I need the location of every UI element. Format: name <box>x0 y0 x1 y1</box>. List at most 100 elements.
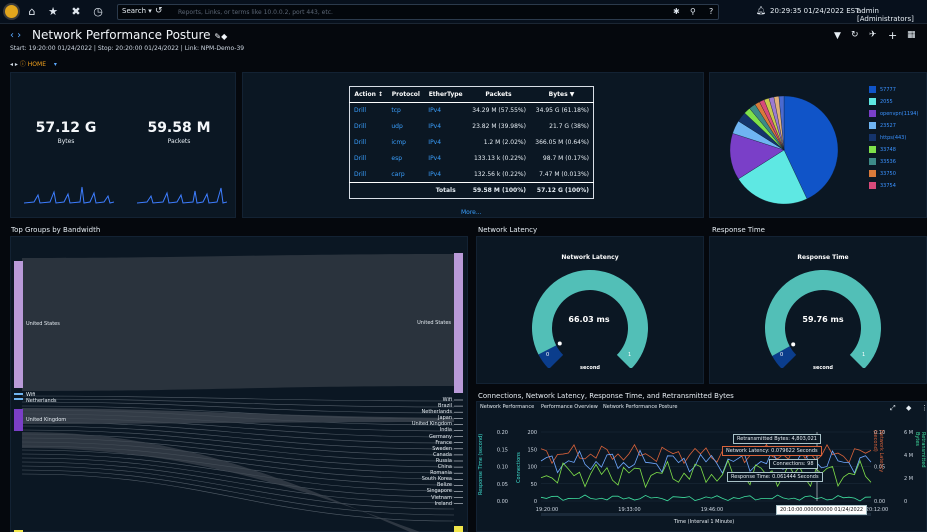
y-conn-tick: 150 <box>527 447 537 453</box>
col-ethertype[interactable]: EtherType <box>424 86 468 103</box>
legend-item[interactable]: 33750 <box>869 170 927 182</box>
tab-network-performance[interactable]: Network Performance <box>480 404 534 410</box>
sankey-right-labels: Wifi Brazil Netherlands Japan United Kingdom… <box>380 397 452 507</box>
tag-icon[interactable]: ◆ <box>906 404 911 412</box>
pie-legend: 57777 2055 openvpn(1194) 23527 https(443) 337… <box>869 86 927 194</box>
legend-label: 57777 <box>880 87 896 93</box>
latency-gauge-max: 1 <box>628 352 632 358</box>
crumb-dropdown-icon[interactable]: ▾ <box>54 61 57 68</box>
packets-cell: 23.82 M (39.98%) <box>472 123 526 130</box>
bytes-cell: 98.7 M (0.17%) <box>542 155 589 162</box>
add-icon[interactable]: + <box>888 29 897 42</box>
protocol-cell[interactable]: tcp <box>387 103 424 119</box>
sankey-right-label: United States <box>417 320 451 326</box>
totals-bytes: 57.12 G (100%) <box>529 182 594 199</box>
pin-icon[interactable]: ✈ <box>869 30 877 40</box>
drill-link[interactable]: Drill <box>350 167 388 183</box>
legend-label: 33750 <box>880 171 896 177</box>
search-icon[interactable]: ⚲ <box>690 7 696 16</box>
table-row: Drill carp IPv4 132.56 k (0.22%) 7.47 M … <box>350 167 594 183</box>
y-left-tick: 0.10 <box>497 465 508 471</box>
y-conn-tick: 200 <box>527 430 537 436</box>
latency-panel-title: Network Latency <box>478 226 538 234</box>
legend-item[interactable]: openvpn(1194) <box>869 110 927 122</box>
timeseries-title: Connections, Network Latency, Response T… <box>478 392 734 400</box>
legend-item[interactable]: 33536 <box>869 158 927 170</box>
response-gauge-value: 59.76 ms <box>802 315 844 324</box>
clock-text: 20:29:35 01/24/2022 EST <box>770 7 860 15</box>
legend-item[interactable]: 57777 <box>869 86 927 98</box>
protocol-cell[interactable]: carp <box>387 167 424 183</box>
app-logo[interactable] <box>3 3 20 20</box>
search-type-dropdown[interactable]: Search ▾ <box>122 7 152 15</box>
packets-value: 59.58 M <box>147 120 211 136</box>
tooltip-time: 20:10:00.000000000 01/24/2022 <box>776 505 868 515</box>
expand-icon[interactable]: ⤢ <box>890 404 896 413</box>
legend-item[interactable]: 2055 <box>869 98 927 110</box>
legend-label: 2055 <box>880 99 893 105</box>
legend-swatch <box>869 134 876 141</box>
more-link[interactable]: More... <box>461 209 482 216</box>
ethertype-cell[interactable]: IPv4 <box>424 151 467 167</box>
tab-performance-overview[interactable]: Performance Overview <box>541 404 598 410</box>
protocol-table: Action ↕ Protocol EtherType Packets Byte… <box>349 86 594 199</box>
latency-gauge-min: 0 <box>546 352 550 358</box>
sankey-node-left-wifi <box>14 393 23 395</box>
crumb-nav-icon[interactable]: ◂ ▸ <box>10 61 18 68</box>
menu-icon[interactable]: ⋮ <box>921 404 927 412</box>
legend-swatch <box>869 158 876 165</box>
tools-icon[interactable]: ✖ <box>69 5 83 19</box>
legend-swatch <box>869 122 876 129</box>
y-conn-tick: 100 <box>527 465 537 471</box>
drill-link[interactable]: Drill <box>350 119 388 135</box>
legend-item[interactable]: https(443) <box>869 134 927 146</box>
x-tick: 19:46:00 <box>701 507 723 513</box>
gauge-needle <box>791 342 796 347</box>
sankey-left-label: United Kingdom <box>26 417 67 423</box>
packets-cell: 133.13 k (0.22%) <box>473 155 526 162</box>
sankey-node-right-us <box>454 253 463 393</box>
star-icon[interactable]: ★ <box>46 5 60 19</box>
legend-item[interactable]: 23527 <box>869 122 927 134</box>
drill-link[interactable]: Drill <box>350 151 388 167</box>
user-menu[interactable]: admin [Administrators] <box>857 7 927 23</box>
col-action[interactable]: Action ↕ <box>349 86 388 103</box>
ethertype-cell[interactable]: IPv4 <box>424 135 467 151</box>
crumb-home[interactable]: HOME <box>28 61 46 68</box>
totals-label: Totals <box>424 182 468 199</box>
settings-icon[interactable]: ✱ <box>673 7 680 16</box>
response-panel-title: Response Time <box>712 226 765 234</box>
filter-icon[interactable]: ▼ <box>834 31 841 41</box>
table-row: Drill icmp IPv4 1.2 M (2.02%) 366.05 M (… <box>350 135 594 151</box>
col-packets[interactable]: Packets <box>467 86 530 103</box>
protocol-cell[interactable]: icmp <box>387 135 424 151</box>
protocol-cell[interactable]: udp <box>387 119 424 135</box>
bell-icon[interactable]: 🔔︎ <box>756 6 766 15</box>
col-bytes[interactable]: Bytes ▼ <box>529 86 594 103</box>
ethertype-cell[interactable]: IPv4 <box>424 119 467 135</box>
ethertype-cell[interactable]: IPv4 <box>424 103 467 119</box>
legend-item[interactable]: 33748 <box>869 146 927 158</box>
y-right2-axis-label: Retransmitted Bytes <box>914 432 926 468</box>
clock-icon[interactable]: ◷ <box>91 5 105 19</box>
ethertype-cell[interactable]: IPv4 <box>424 167 467 183</box>
calendar-icon[interactable]: ▦ <box>907 30 916 40</box>
packets-cell: 132.56 k (0.22%) <box>473 170 526 178</box>
legend-item[interactable]: 33754 <box>869 182 927 194</box>
bytes-value: 57.12 G <box>35 120 97 136</box>
sankey-right-label: Ireland <box>434 500 452 507</box>
tab-network-performance-posture[interactable]: Network Performance Posture <box>603 404 677 410</box>
col-protocol[interactable]: Protocol <box>387 86 425 103</box>
protocol-cell[interactable]: esp <box>387 151 424 167</box>
search-input[interactable] <box>178 6 618 18</box>
drill-link[interactable]: Drill <box>350 135 388 151</box>
home-icon[interactable]: ⌂ <box>25 5 39 19</box>
refresh-icon[interactable]: ↻ <box>851 30 859 40</box>
help-icon[interactable]: ? <box>709 7 713 16</box>
tooltip-retransmitted: Retransmitted Bytes: 4,803,021 <box>733 434 821 444</box>
back-forward-nav[interactable]: ‹ › <box>10 30 21 41</box>
drill-link[interactable]: Drill <box>350 103 388 119</box>
legend-label: 33536 <box>880 159 896 165</box>
history-icon[interactable]: ↺ <box>155 6 163 16</box>
tag-icon[interactable]: ◆ <box>221 32 227 41</box>
